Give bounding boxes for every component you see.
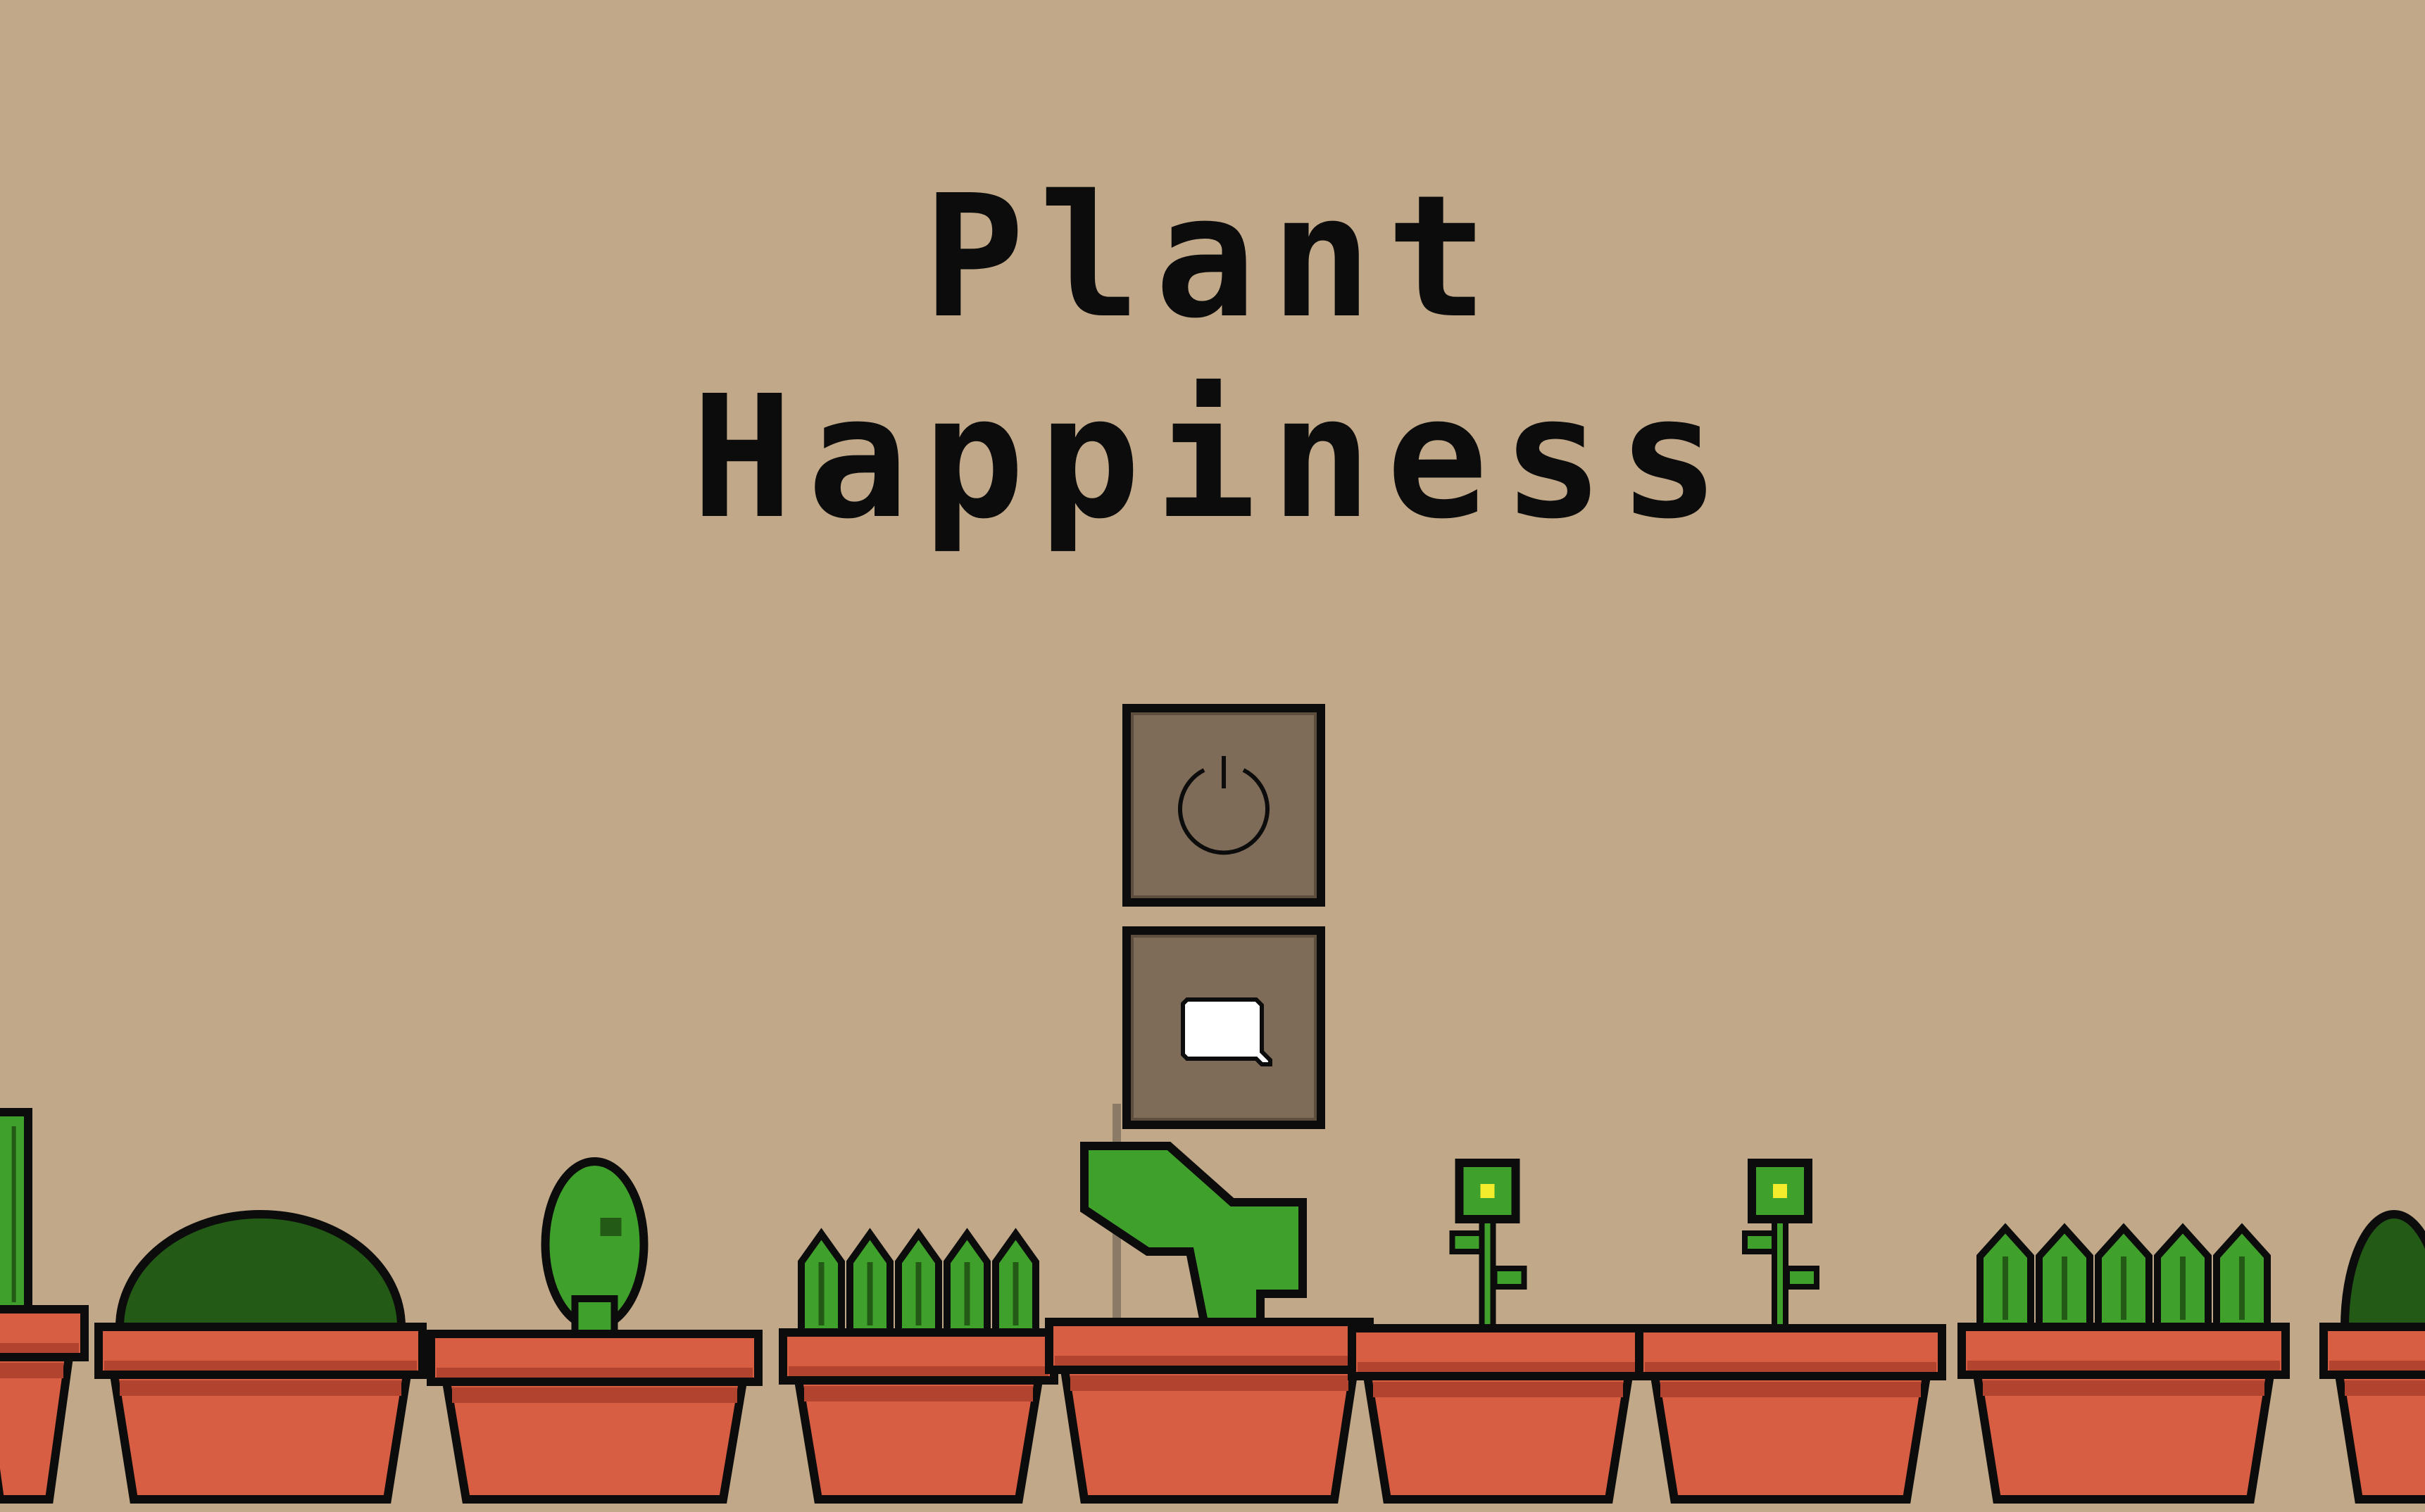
- pot-rim-shadow: [0, 1343, 79, 1353]
- pot-shadow: [452, 1387, 737, 1403]
- pot-shadow: [0, 1363, 63, 1378]
- grass-vein: [818, 1262, 825, 1325]
- grass-vein: [2121, 1256, 2126, 1320]
- flower-leaf: [1742, 1230, 1777, 1254]
- flower-leaf: [1784, 1266, 1819, 1290]
- pot-shadow: [2345, 1380, 2425, 1396]
- flower-eye: [1480, 1184, 1495, 1198]
- pot-shadow: [1373, 1382, 1623, 1397]
- power-icon: [1178, 756, 1270, 855]
- potted-plant-flower-sprout: [1635, 1159, 1946, 1504]
- potted-plant-round-bush: [2319, 1210, 2425, 1504]
- pot-rim-shadow: [1645, 1362, 1936, 1372]
- speech-bubble-icon: [1181, 997, 1272, 1066]
- feedback-button[interactable]: [1122, 926, 1325, 1129]
- grass-vein: [915, 1262, 922, 1325]
- potted-plant-cactus: [0, 1108, 89, 1504]
- grass-vein: [867, 1262, 873, 1325]
- flower-leaf: [1449, 1230, 1485, 1254]
- pot-rim-shadow: [1967, 1361, 2280, 1371]
- pot-shadow: [1660, 1382, 1921, 1397]
- potted-plant-flower-sprout: [1348, 1159, 1648, 1504]
- potted-plant-grass-tufts: [1957, 1223, 2290, 1504]
- pot-shadow: [1070, 1375, 1348, 1391]
- grass-vein: [2003, 1256, 2008, 1320]
- pot-rim-shadow: [1358, 1362, 1638, 1372]
- pot-rim-shadow: [1055, 1356, 1364, 1366]
- pot-shadow: [120, 1380, 401, 1396]
- potted-plant-oval-cactus: [427, 1157, 763, 1504]
- pot-rim-shadow: [789, 1366, 1048, 1376]
- potted-plant-grass-tufts: [779, 1228, 1058, 1504]
- oval-cactus-stem: [571, 1295, 618, 1337]
- power-button[interactable]: [1122, 704, 1325, 907]
- cactus-rib: [11, 1126, 16, 1302]
- pot-rim-shadow: [437, 1368, 753, 1378]
- grass-vein: [2239, 1256, 2245, 1320]
- pot-bowl: [0, 1353, 74, 1504]
- grass-vein: [2062, 1256, 2067, 1320]
- flower-eye: [1773, 1184, 1787, 1198]
- bush-dome: [2340, 1210, 2425, 1331]
- bush-dome: [115, 1210, 406, 1331]
- pot-rim-shadow: [104, 1361, 417, 1371]
- grass-vein: [2180, 1256, 2186, 1320]
- flower-leaf: [1491, 1266, 1527, 1290]
- potted-plant-leafy-sprout: [1045, 1104, 1374, 1504]
- game-screen: Plant Happiness: [0, 0, 2425, 1512]
- pot-rim-shadow: [2329, 1361, 2425, 1371]
- oval-cactus-spot: [600, 1218, 622, 1236]
- grass-vein: [964, 1262, 970, 1325]
- pot-shadow: [1983, 1380, 2264, 1396]
- pot-shadow: [804, 1386, 1033, 1401]
- grass-vein: [1013, 1262, 1019, 1325]
- potted-plant-round-bush: [94, 1210, 427, 1504]
